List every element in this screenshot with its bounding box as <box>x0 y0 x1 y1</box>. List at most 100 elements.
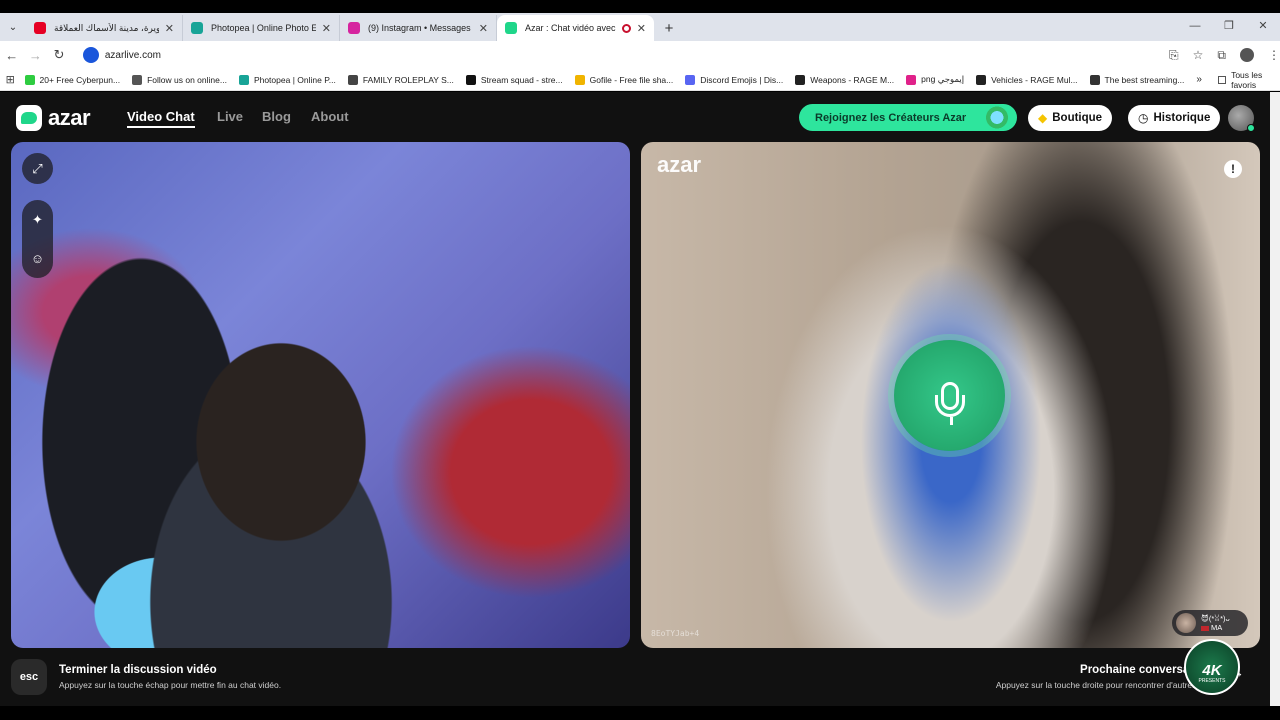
bookmark-item[interactable]: Stream squad - stre... <box>465 74 563 85</box>
bookmark-label: Gofile - Free file sha... <box>589 74 674 85</box>
restore-icon[interactable]: ❐ <box>1212 13 1246 41</box>
user-avatar[interactable] <box>1228 105 1255 132</box>
browser-tab[interactable]: الصويرة، مدينة الأسماك العملاقة ✕ <box>26 15 183 41</box>
url-input[interactable]: azarlive.com <box>78 44 1152 66</box>
all-bookmarks-label: Tous les favoris <box>1231 69 1263 90</box>
reload-icon[interactable]: ↻ <box>47 47 71 63</box>
browser-tab-active[interactable]: Azar : Chat vidéo avec de n ✕ <box>497 15 654 41</box>
site-info-icon[interactable] <box>82 47 99 63</box>
back-icon[interactable]: ← <box>0 48 24 63</box>
join-creators-button[interactable]: Rejoignez les Créateurs Azar <box>799 104 1017 131</box>
history-label: Historique <box>1153 112 1211 124</box>
forward-icon[interactable]: → <box>24 48 48 63</box>
bookmark-favicon-icon <box>465 74 476 85</box>
online-dot <box>1247 124 1255 132</box>
end-chat-esc-button[interactable]: esc <box>11 659 47 695</box>
bookmark-favicon-icon <box>976 74 987 85</box>
bookmark-favicon-icon <box>132 74 143 85</box>
gem-icon: ◆ <box>1038 111 1048 125</box>
bookmark-item[interactable]: FAMILY ROLEPLAY S... <box>347 74 454 85</box>
bookmark-favicon-icon <box>1089 74 1100 85</box>
page-scrollbar[interactable] <box>1270 92 1280 706</box>
tab-title: Photopea | Online Photo Editor <box>211 23 316 33</box>
nav-about[interactable]: About <box>311 109 349 124</box>
report-icon[interactable]: ! <box>1224 160 1242 178</box>
nav-video-chat[interactable]: Video Chat <box>127 109 195 128</box>
extensions-icon[interactable]: ⧉ <box>1217 48 1226 63</box>
close-tab-icon[interactable]: ✕ <box>322 22 331 35</box>
channel-4k-badge: 4K PRESENTS <box>1184 639 1240 695</box>
bookmark-favicon-icon <box>795 74 806 85</box>
close-tab-icon[interactable]: ✕ <box>165 22 174 35</box>
close-tab-icon[interactable]: ✕ <box>479 22 488 35</box>
all-bookmarks-folder[interactable]: Tous les favoris <box>1217 69 1276 90</box>
badge-main-text: 4K <box>1202 662 1222 679</box>
bookmark-item[interactable]: 20+ Free Cyberpun... <box>24 74 121 85</box>
bookmarks-bar: ⊞ 20+ Free Cyberpun... Follow us on onli… <box>0 69 1280 91</box>
nav-live[interactable]: Live <box>217 109 243 124</box>
bookmark-item[interactable]: png إيموجي <box>906 74 964 85</box>
face-mask-icon[interactable]: ☺ <box>31 251 44 266</box>
bookmark-label: Stream squad - stre... <box>480 74 563 85</box>
tab-search-icon[interactable]: ⌄ <box>0 13 26 41</box>
tab-title: Azar : Chat vidéo avec de n <box>525 23 618 33</box>
bookmark-item[interactable]: Vehicles - RAGE Mul... <box>976 74 1078 85</box>
tab-title: (9) Instagram • Messages <box>368 23 471 33</box>
bookmark-item[interactable]: The best streaming... <box>1089 74 1185 85</box>
browser-tab[interactable]: (9) Instagram • Messages ✕ <box>340 15 497 41</box>
azar-logo[interactable]: azar <box>16 105 91 131</box>
menu-kebab-icon[interactable]: ⋮ <box>1268 48 1280 62</box>
youtube-favicon-icon <box>34 22 46 34</box>
new-tab-icon[interactable]: + <box>654 15 684 41</box>
window-controls: — ❐ ✕ <box>1178 13 1280 41</box>
nav-blog[interactable]: Blog <box>262 109 291 124</box>
bookmark-label: Follow us on online... <box>147 74 227 85</box>
profile-avatar[interactable] <box>1240 48 1254 62</box>
bookmark-label: FAMILY ROLEPLAY S... <box>362 74 454 85</box>
bookmark-item[interactable]: Weapons - RAGE M... <box>795 74 895 85</box>
bookmark-item[interactable]: Follow us on online... <box>132 74 227 85</box>
azar-favicon-icon <box>505 22 517 34</box>
peer-country: MA <box>1211 623 1223 632</box>
join-creators-label: Rejoignez les Créateurs Azar <box>815 111 967 124</box>
recording-icon <box>621 23 631 33</box>
local-video: ⤢ ✦ ☺ <box>11 142 630 648</box>
azar-logo-icon <box>16 105 42 131</box>
session-id-watermark: 8EoTYJab+4 <box>651 629 700 638</box>
azar-page: azar Video Chat Live Blog About Rejoigne… <box>0 92 1270 706</box>
bookmark-label: 20+ Free Cyberpun... <box>39 74 121 85</box>
history-button[interactable]: ◷ Historique <box>1128 105 1221 131</box>
sparkle-filter-icon[interactable]: ✦ <box>32 212 43 228</box>
bookmark-label: Weapons - RAGE M... <box>810 74 895 85</box>
install-app-icon[interactable]: ⎘ <box>1169 48 1179 63</box>
effects-toolbar: ✦ ☺ <box>22 200 53 278</box>
more-bookmarks-icon[interactable]: » <box>1196 74 1202 85</box>
minimize-icon[interactable]: — <box>1178 13 1212 41</box>
browser-tab[interactable]: Photopea | Online Photo Editor ✕ <box>183 15 340 41</box>
bookmark-favicon-icon <box>238 74 249 85</box>
bookmark-favicon-icon <box>906 74 917 85</box>
screen-bottom-border <box>0 706 1280 720</box>
morocco-flag-icon <box>1201 625 1209 631</box>
peer-profile-chip[interactable]: 😈(*ꈍ*)ᴗ MA <box>1172 610 1248 636</box>
bookmark-favicon-icon <box>574 74 585 85</box>
bookmark-item[interactable]: Photopea | Online P... <box>238 74 336 85</box>
photopea-favicon-icon <box>191 22 203 34</box>
fullscreen-toggle-icon[interactable]: ⤢ <box>22 153 53 184</box>
close-tab-icon[interactable]: ✕ <box>637 22 646 35</box>
shop-label: Boutique <box>1052 112 1103 124</box>
folder-icon <box>1217 75 1227 84</box>
bookmark-item[interactable]: Gofile - Free file sha... <box>574 74 674 85</box>
bookmark-item[interactable]: Discord Emojis | Dis... <box>685 74 783 85</box>
clock-icon: ◷ <box>1138 111 1149 125</box>
instagram-favicon-icon <box>348 22 360 34</box>
azar-watermark: azar <box>657 152 702 177</box>
bookmark-star-icon[interactable]: ☆ <box>1193 48 1204 62</box>
bookmark-label: The best streaming... <box>1104 74 1185 85</box>
peer-avatar <box>1176 613 1196 633</box>
badge-sub-text: PRESENTS <box>1198 678 1226 684</box>
close-window-icon[interactable]: ✕ <box>1246 13 1280 41</box>
apps-grid-icon[interactable]: ⊞ <box>0 73 21 86</box>
end-chat-hint: Appuyez sur la touche échap pour mettre … <box>59 680 282 690</box>
shop-button[interactable]: ◆ Boutique <box>1028 105 1113 131</box>
